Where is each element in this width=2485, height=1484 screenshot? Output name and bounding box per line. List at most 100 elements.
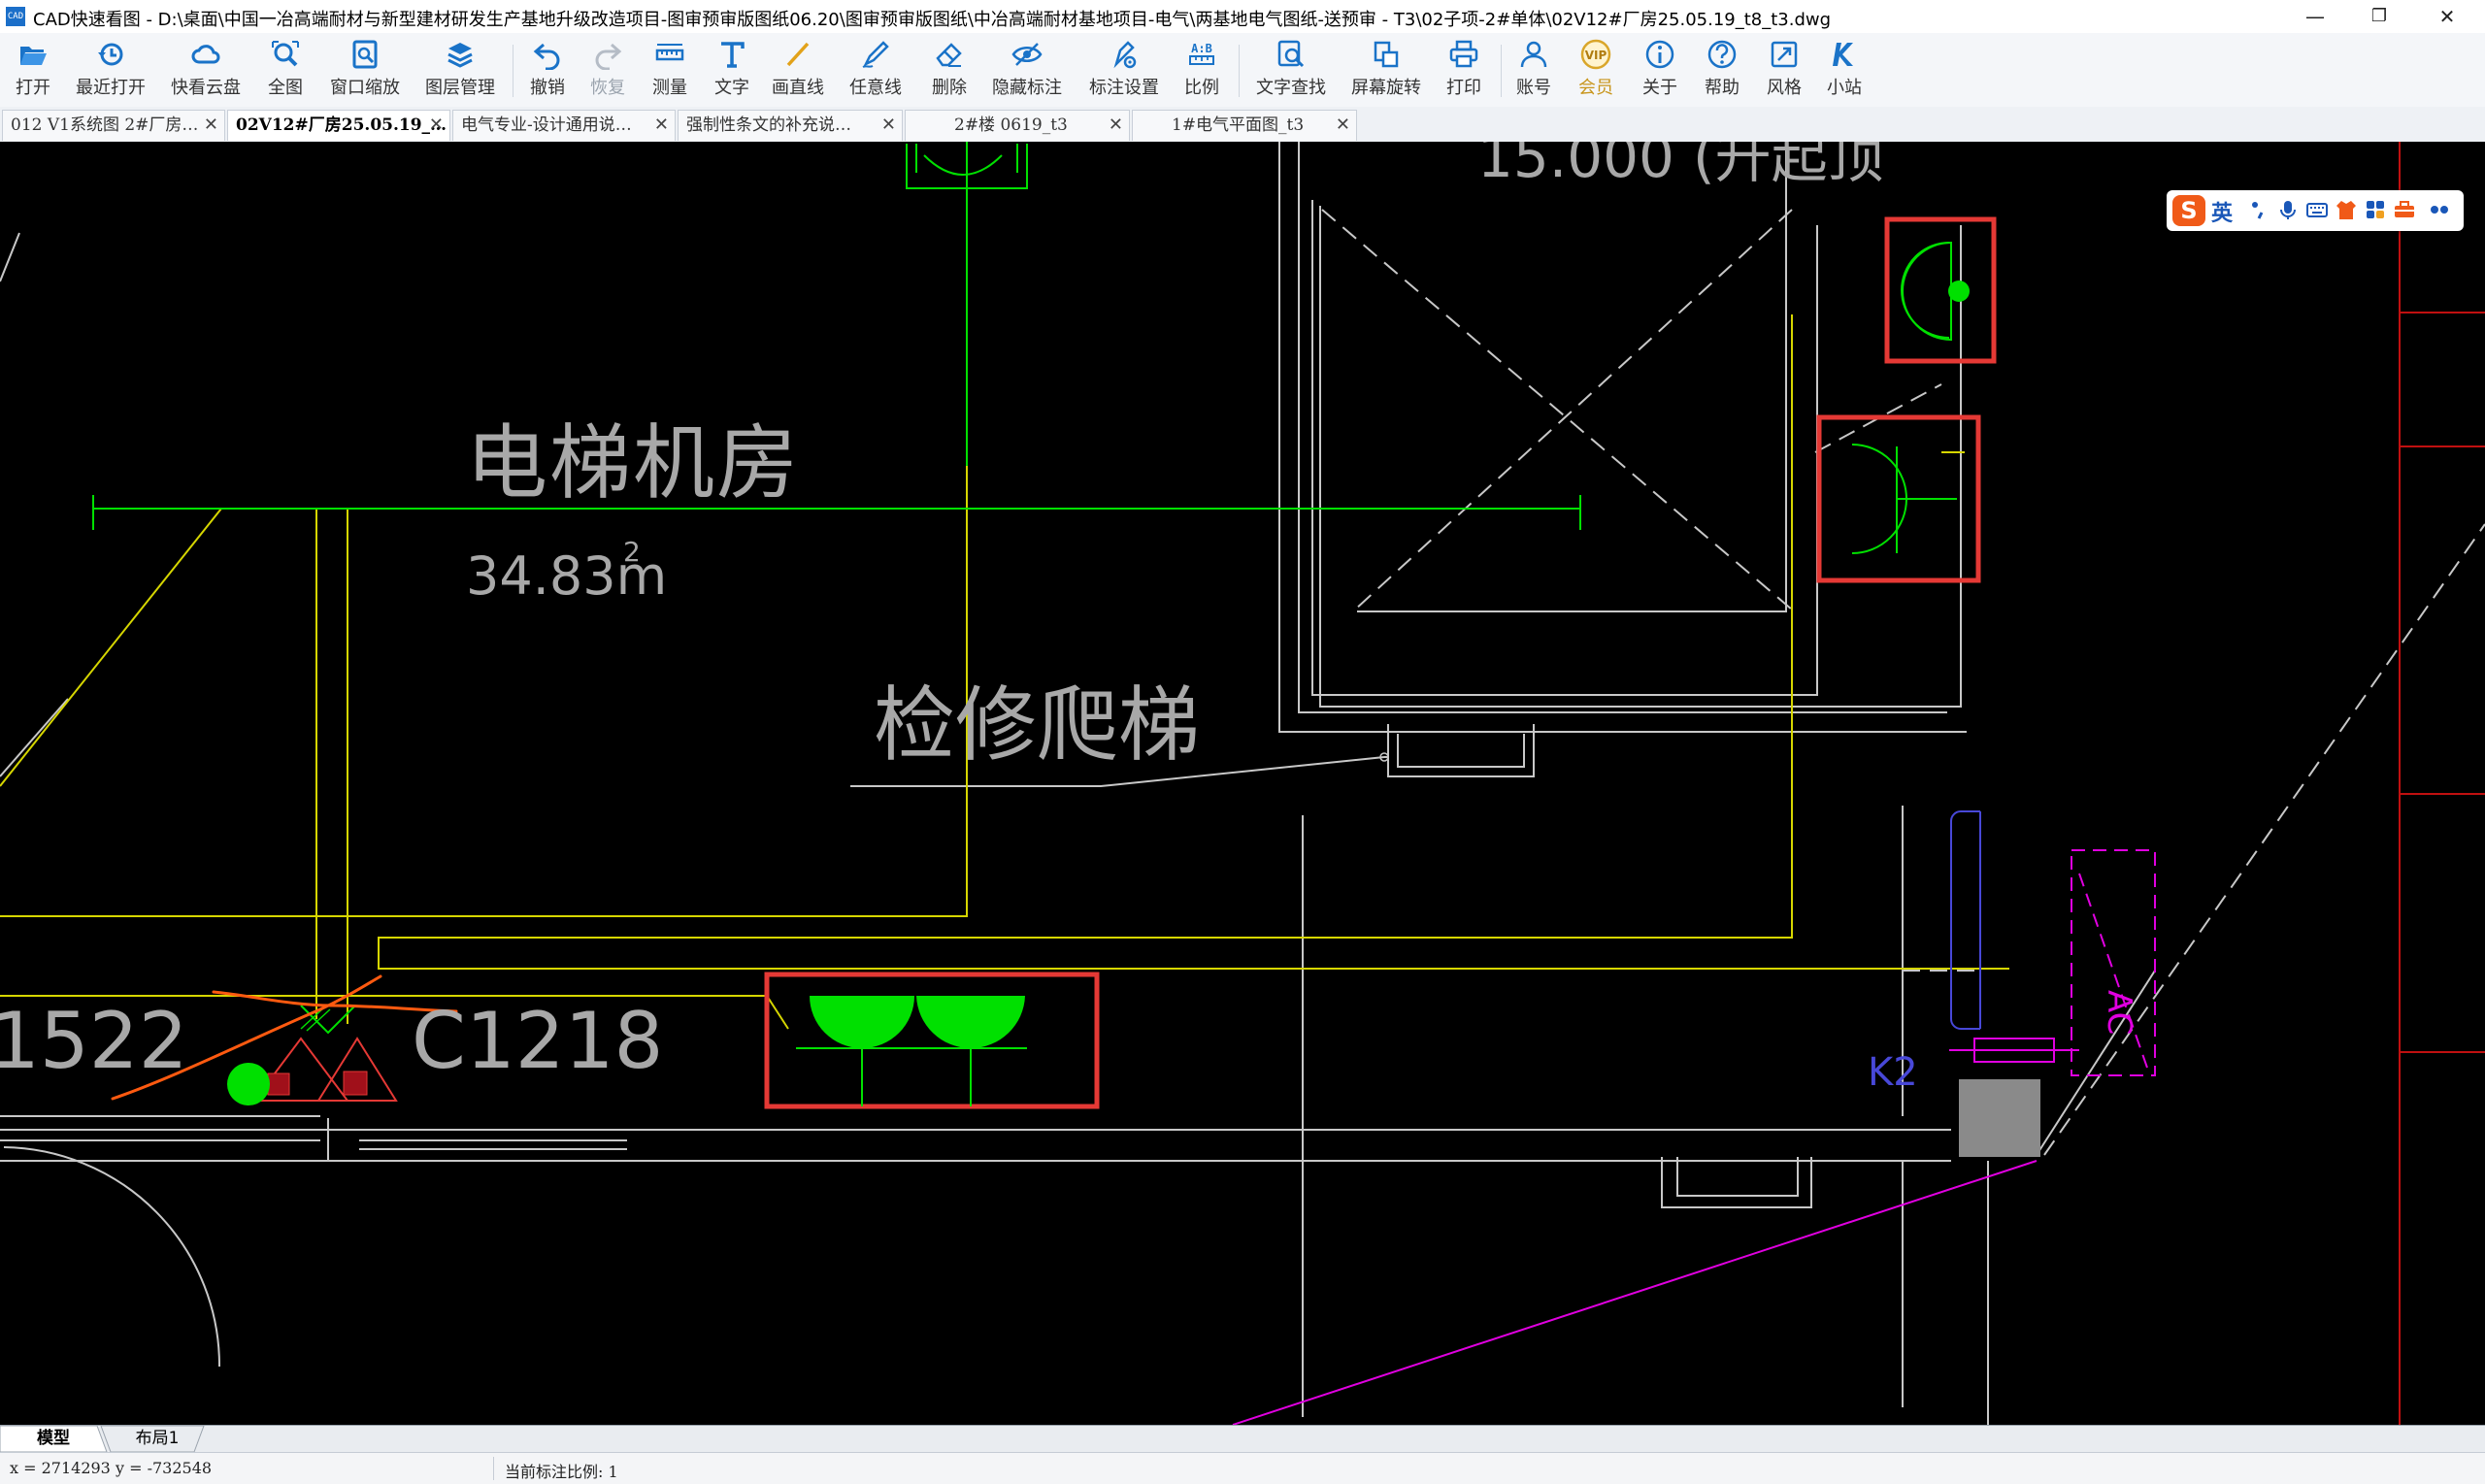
- k2-label-text: K2: [1868, 1050, 1918, 1095]
- layout-tab-bar: 模型 布局1: [0, 1425, 2485, 1453]
- eye-hide-icon: [1011, 43, 1043, 66]
- skin-shirt-icon[interactable]: [2336, 199, 2357, 220]
- ac-label-text: AC: [2100, 990, 2138, 1035]
- about-button[interactable]: 关于: [1639, 39, 1681, 103]
- help-icon: [1707, 40, 1737, 69]
- keyboard-icon[interactable]: [2306, 199, 2328, 220]
- freehand-line-label: 任意线: [849, 78, 902, 98]
- tab-close-icon[interactable]: ✕: [204, 111, 218, 140]
- open-button[interactable]: 打开: [12, 39, 54, 103]
- about-label: 关于: [1642, 78, 1677, 98]
- toolbar-divider: [513, 45, 514, 97]
- undo-button[interactable]: 撤销: [526, 39, 569, 103]
- zoom-extents-icon: [272, 41, 299, 67]
- zoom-extents-button[interactable]: 全图: [262, 39, 309, 103]
- measure-label: 测量: [652, 78, 687, 98]
- ruler-icon: [655, 44, 684, 61]
- tab-layout-1[interactable]: 布局1: [118, 1426, 196, 1452]
- close-button[interactable]: ✕: [2417, 0, 2477, 33]
- tab-label: 电气专业-设计通用说…: [461, 115, 632, 135]
- delete-label: 删除: [932, 78, 967, 98]
- screen-rotate-button[interactable]: 屏幕旋转: [1347, 39, 1425, 103]
- freehand-line-button[interactable]: 任意线: [845, 39, 907, 103]
- tab-label: 2#楼 0619_t3: [954, 115, 1068, 135]
- cloud-icon: [191, 45, 220, 64]
- room-name-text: 电梯机房: [466, 415, 800, 511]
- redo-button[interactable]: 恢复: [586, 39, 629, 103]
- text-button[interactable]: 文字: [711, 39, 753, 103]
- scale-label: 比例: [1184, 78, 1219, 98]
- tab-mandatory-clauses[interactable]: 强制性条文的补充说… ✕: [678, 110, 903, 141]
- printer-icon: [1449, 40, 1478, 68]
- account-button[interactable]: 账号: [1512, 39, 1555, 103]
- tab-building-2[interactable]: 2#楼 0619_t3 ✕: [905, 110, 1130, 141]
- tab-02v12-factory[interactable]: 02V12#厂房25.05.19_… ✕: [227, 110, 450, 141]
- svg-text:A:B: A:B: [1191, 42, 1212, 55]
- recent-open-button[interactable]: 最近打开: [72, 39, 149, 103]
- line-icon: [786, 42, 810, 67]
- tab-close-icon[interactable]: ✕: [654, 111, 669, 140]
- tab-close-icon[interactable]: ✕: [1109, 111, 1123, 140]
- tab-model[interactable]: 模型: [19, 1426, 87, 1452]
- tab-close-icon[interactable]: ✕: [881, 111, 896, 140]
- history-icon: [98, 43, 123, 66]
- help-label: 帮助: [1705, 78, 1740, 98]
- cursor-coordinates: x = 2714293 y = -732548: [10, 1459, 213, 1477]
- microphone-icon[interactable]: [2277, 199, 2299, 220]
- text-search-icon: [1277, 40, 1305, 68]
- tab-label: 012 V1系统图 2#厂房…: [11, 115, 199, 135]
- zoom-window-button[interactable]: 窗口缩放: [326, 39, 404, 103]
- vip-button[interactable]: VIP 会员: [1574, 39, 1617, 103]
- ime-language-toggle[interactable]: 英: [2211, 196, 2233, 227]
- tab-electrical-general[interactable]: 电气专业-设计通用说… ✕: [452, 110, 676, 141]
- apps-grid-icon[interactable]: [2365, 199, 2386, 220]
- toolbar-divider: [1239, 45, 1240, 97]
- style-button[interactable]: 风格: [1763, 39, 1806, 103]
- print-button[interactable]: 打印: [1442, 39, 1485, 103]
- undo-icon: [533, 43, 560, 70]
- help-button[interactable]: 帮助: [1701, 39, 1743, 103]
- draw-line-button[interactable]: 画直线: [767, 39, 829, 103]
- ime-logo-icon[interactable]: S: [2172, 195, 2205, 226]
- left-fragment-text: 1522: [0, 996, 188, 1086]
- rotate-icon: [1374, 41, 1399, 68]
- status-divider: [493, 1457, 494, 1480]
- scale-icon: A:B: [1189, 42, 1214, 65]
- tab-012-system[interactable]: 012 V1系统图 2#厂房… ✕: [2, 110, 225, 141]
- text-search-label: 文字查找: [1256, 78, 1326, 98]
- cad-drawing-canvas[interactable]: 电梯机房 34.83m 2 检修爬梯 15.000 (升起顶 1522 C121…: [0, 142, 2485, 1425]
- hide-annotation-button[interactable]: 隐藏标注: [988, 39, 1066, 103]
- cloud-drive-label: 快看云盘: [171, 78, 241, 98]
- style-label: 风格: [1767, 78, 1802, 98]
- draw-line-label: 画直线: [772, 78, 824, 98]
- layer-manager-label: 图层管理: [425, 78, 495, 98]
- tab-electrical-plan-1[interactable]: 1#电气平面图_t3 ✕: [1132, 110, 1357, 141]
- equipment-block: [1959, 1079, 2040, 1157]
- folder-open-icon: [20, 47, 47, 65]
- text-search-button[interactable]: 文字查找: [1252, 39, 1330, 103]
- screen-rotate-label: 屏幕旋转: [1351, 78, 1421, 98]
- svg-text:VIP: VIP: [1585, 49, 1607, 62]
- annotation-settings-button[interactable]: 标注设置: [1085, 39, 1163, 103]
- site-k-icon: [1833, 43, 1853, 66]
- tab-label: 强制性条文的补充说…: [686, 115, 851, 135]
- cloud-drive-button[interactable]: 快看云盘: [167, 39, 245, 103]
- measure-button[interactable]: 测量: [648, 39, 691, 103]
- punctuation-icon[interactable]: [2248, 199, 2270, 220]
- user-icon: [1520, 41, 1547, 68]
- tab-close-icon[interactable]: ✕: [429, 111, 444, 140]
- maximize-button[interactable]: ❐: [2349, 0, 2409, 33]
- annotation-settings-icon: [1113, 41, 1137, 69]
- toolbox-icon[interactable]: [2394, 199, 2415, 220]
- ime-toolbar[interactable]: S 英: [2167, 190, 2464, 231]
- minimize-button[interactable]: —: [2285, 0, 2345, 33]
- site-button[interactable]: 小站: [1823, 39, 1866, 103]
- tab-label: 02V12#厂房25.05.19_…: [236, 115, 447, 135]
- freehand-icon: [862, 41, 889, 68]
- scale-button[interactable]: A:B 比例: [1180, 39, 1223, 103]
- tab-close-icon[interactable]: ✕: [1336, 111, 1350, 140]
- ime-more-icon[interactable]: [2423, 199, 2452, 220]
- layer-manager-button[interactable]: 图层管理: [421, 39, 499, 103]
- delete-button[interactable]: 删除: [928, 39, 971, 103]
- text-label: 文字: [714, 78, 749, 98]
